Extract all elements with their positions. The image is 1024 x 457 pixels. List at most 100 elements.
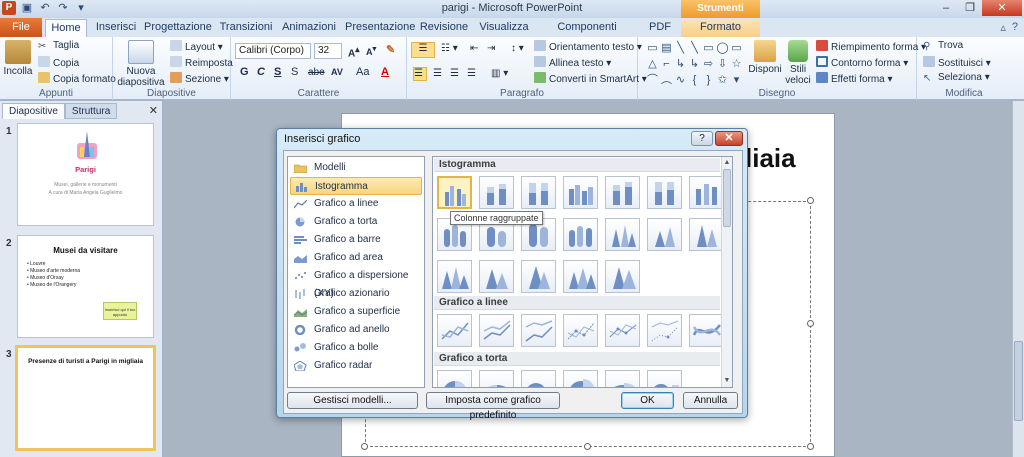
star-shape-icon[interactable]: ☆ — [730, 57, 743, 72]
gallery-scroll-thumb[interactable] — [723, 169, 731, 227]
line-shape-icon[interactable]: ╲ — [674, 41, 687, 56]
font-size-combo[interactable]: 32 — [314, 43, 342, 59]
tab-insert[interactable]: Inserisci — [92, 19, 140, 37]
arc-shape-icon[interactable]: ︵ — [660, 73, 673, 88]
close-pane-icon[interactable]: ✕ — [149, 104, 158, 117]
column-chart-tile[interactable] — [647, 176, 682, 209]
tab-home[interactable]: Home — [45, 19, 87, 38]
category-bar[interactable]: Grafico a barre — [290, 231, 422, 249]
category-pie[interactable]: Grafico a torta — [290, 213, 422, 231]
column-chart-tile[interactable] — [479, 176, 514, 209]
oval-shape-icon[interactable]: ◯ — [716, 41, 729, 56]
line-chart-tile[interactable] — [437, 314, 472, 347]
decrease-indent-button[interactable]: ⇤ — [470, 43, 478, 54]
resize-handle[interactable] — [807, 443, 814, 450]
line-chart-tile[interactable] — [521, 314, 556, 347]
tab-view[interactable]: Visualizza — [478, 19, 530, 37]
category-bubble[interactable]: Grafico a bolle — [290, 339, 422, 357]
connector2-shape-icon[interactable]: ↳ — [688, 57, 701, 72]
cylinder-chart-tile[interactable] — [605, 218, 640, 251]
scroll-up-icon[interactable]: ▲ — [722, 158, 732, 168]
rectangle-shape-icon[interactable]: ▭ — [646, 41, 659, 56]
bold-button[interactable]: G — [240, 66, 249, 78]
line-chart-tile[interactable] — [647, 314, 682, 347]
pie-chart-tile[interactable] — [563, 370, 598, 387]
format-painter-button[interactable]: Copia formato — [38, 72, 116, 85]
category-surface[interactable]: Grafico a superficie — [290, 303, 422, 321]
line-chart-tile[interactable] — [479, 314, 514, 347]
numbering-button[interactable]: ☷ ▾ — [441, 43, 458, 54]
brace-shape-icon[interactable]: { — [688, 73, 701, 88]
textbox-shape-icon[interactable]: ▤ — [660, 41, 673, 56]
tab-review[interactable]: Revisione — [419, 19, 469, 37]
pyramid-chart-tile[interactable] — [605, 260, 640, 293]
line-chart-tile[interactable] — [563, 314, 598, 347]
rect3-shape-icon[interactable]: ▭ — [730, 41, 743, 56]
help-icon[interactable]: ? — [1012, 21, 1018, 34]
pyramid-chart-tile[interactable] — [479, 260, 514, 293]
cylinder-chart-tile[interactable] — [647, 218, 682, 251]
category-scatter[interactable]: Grafico a dispersione (XY) — [290, 267, 422, 299]
elbow-shape-icon[interactable]: ⌐ — [660, 57, 673, 72]
category-doughnut[interactable]: Grafico ad anello — [290, 321, 422, 339]
paste-button[interactable]: Incolla — [2, 40, 34, 77]
quick-styles-button[interactable]: Stili veloci — [784, 40, 812, 86]
slide-thumbnail-1[interactable]: Parigi Musei, gallerie e monumenti A cur… — [17, 123, 154, 226]
bullets-button[interactable]: ☰ — [411, 42, 435, 58]
column-chart-tile[interactable] — [563, 176, 598, 209]
new-slide-button[interactable]: Nuova diapositiva — [117, 40, 165, 88]
category-line[interactable]: Grafico a linee — [290, 195, 422, 213]
line-spacing-button[interactable]: ↕ ▾ — [511, 43, 524, 54]
category-radar[interactable]: Grafico radar — [290, 357, 422, 375]
justify-button[interactable]: ☰ — [467, 68, 476, 79]
font-color-button[interactable]: A — [381, 66, 389, 78]
connector-shape-icon[interactable]: ↳ — [674, 57, 687, 72]
category-area[interactable]: Grafico ad area — [290, 249, 422, 267]
tab-format[interactable]: Formato — [681, 19, 760, 37]
tab-file[interactable]: File — [0, 18, 42, 37]
reset-button[interactable]: Reimposta — [170, 56, 233, 69]
category-templates[interactable]: Modelli — [290, 159, 422, 177]
shadow-button[interactable]: S — [291, 66, 298, 78]
underline-button[interactable]: S — [274, 66, 281, 78]
character-spacing-button[interactable]: AV — [331, 67, 343, 77]
tab-slideshow[interactable]: Presentazione — [345, 19, 415, 37]
slide-thumbnail-3[interactable]: Presenze di turisti a Parigi in migliaia — [15, 345, 156, 451]
tab-outline[interactable]: Struttura — [64, 103, 118, 119]
restore-icon[interactable]: ❐ — [958, 0, 982, 16]
cylinder-chart-tile[interactable] — [563, 218, 598, 251]
grow-font-button[interactable]: A▴ — [348, 44, 359, 59]
column-chart-tile[interactable] — [521, 176, 556, 209]
help-button[interactable]: ? — [691, 131, 713, 146]
category-stock[interactable]: Grafico azionario — [290, 285, 422, 303]
minimize-icon[interactable]: – — [934, 0, 958, 16]
vertical-scrollbar[interactable] — [1012, 101, 1024, 457]
rect2-shape-icon[interactable]: ▭ — [702, 41, 715, 56]
font-name-combo[interactable]: Calibri (Corpo) — [235, 43, 311, 59]
copy-button[interactable]: Copia — [38, 56, 79, 69]
column-chart-tile[interactable] — [689, 176, 724, 209]
close-icon[interactable]: ✕ — [982, 0, 1022, 16]
section-button[interactable]: Sezione ▾ — [170, 72, 229, 85]
tab-transitions[interactable]: Transizioni — [219, 19, 273, 37]
increase-indent-button[interactable]: ⇥ — [487, 43, 495, 54]
resize-handle[interactable] — [584, 443, 591, 450]
arrow-right-shape-icon[interactable]: ⇨ — [702, 57, 715, 72]
shape-effects-button[interactable]: Effetti forma ▾ — [816, 72, 893, 85]
align-text-button[interactable]: Allinea testo ▾ — [534, 56, 611, 69]
resize-handle[interactable] — [361, 443, 368, 450]
scrollbar-thumb[interactable] — [1014, 341, 1023, 421]
pie-chart-tile[interactable] — [437, 370, 472, 387]
slide-thumbnail-2[interactable]: Musei da visitare • Louvre • Museo d'art… — [17, 235, 154, 338]
columns-button[interactable]: ▥ ▾ — [491, 68, 508, 79]
manage-templates-button[interactable]: Gestisci modelli... — [287, 392, 418, 409]
category-column[interactable]: Istogramma — [290, 177, 422, 195]
select-button[interactable]: ↖ Seleziona ▾ — [923, 72, 990, 84]
align-center-button[interactable]: ☰ — [433, 68, 442, 79]
pyramid-chart-tile[interactable] — [521, 260, 556, 293]
clear-format-icon[interactable]: ✎ — [386, 43, 395, 56]
arrange-button[interactable]: Disponi — [748, 40, 782, 75]
gallery-scrollbar[interactable]: ▲ ▼ — [721, 157, 732, 387]
tab-design[interactable]: Progettazione — [144, 19, 212, 37]
tab-pdf[interactable]: PDF — [645, 19, 675, 37]
